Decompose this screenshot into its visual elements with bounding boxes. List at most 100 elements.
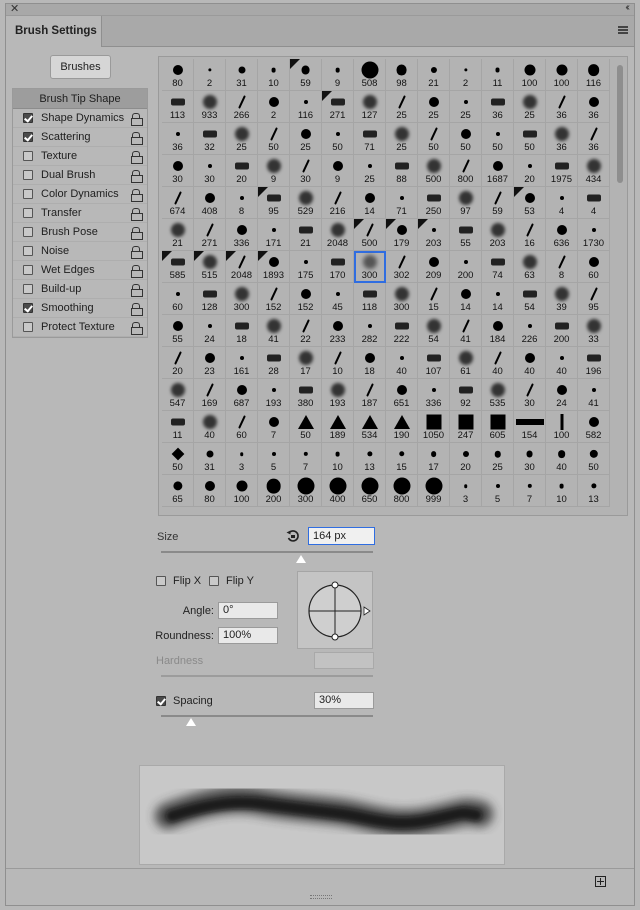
reset-size-icon[interactable]	[286, 529, 300, 543]
brush-tip-cell[interactable]: 336	[418, 379, 450, 411]
brush-tip-cell[interactable]: 1730	[578, 219, 610, 251]
brush-tip-cell[interactable]: 128	[194, 283, 226, 315]
brush-tip-cell[interactable]: 30	[194, 155, 226, 187]
brush-tip-cell[interactable]: 500	[354, 219, 386, 251]
brush-tip-cell[interactable]: 15	[386, 443, 418, 475]
smoothing-checkbox[interactable]	[23, 303, 33, 313]
brush-tip-cell[interactable]: 999	[418, 475, 450, 507]
brush-tip-cell[interactable]: 31	[226, 59, 258, 91]
brush-tip-cell[interactable]: 170	[322, 251, 354, 283]
brush-tip-cell[interactable]: 21	[162, 219, 194, 251]
brush-tip-cell[interactable]: 100	[226, 475, 258, 507]
brush-tip-cell[interactable]: 21	[290, 219, 322, 251]
brush-tip-cell[interactable]: 2	[450, 59, 482, 91]
brush-tip-cell[interactable]: 529	[290, 187, 322, 219]
lock-icon[interactable]	[131, 132, 143, 145]
brush-tip-cell[interactable]: 10	[258, 59, 290, 91]
brush-tip-cell[interactable]: 547	[162, 379, 194, 411]
brush-tip-cell[interactable]: 154	[514, 411, 546, 443]
grid-scroll-thumb[interactable]	[617, 65, 623, 183]
spacing-slider-handle[interactable]	[185, 718, 196, 726]
brush-tip-cell[interactable]: 30	[290, 155, 322, 187]
option-dual-brush[interactable]: Dual Brush	[13, 166, 147, 185]
brush-tip-cell[interactable]: 71	[354, 123, 386, 155]
noise-label[interactable]: Noise	[41, 242, 69, 260]
brush-tip-cell[interactable]: 100	[546, 59, 578, 91]
brush-tip-cell[interactable]: 7	[258, 411, 290, 443]
brush-tip-cell[interactable]: 800	[386, 475, 418, 507]
brush-tip-cell[interactable]: 400	[322, 475, 354, 507]
build-up-checkbox[interactable]	[23, 284, 33, 294]
flip-y-box[interactable]	[209, 576, 219, 586]
brush-tip-cell[interactable]: 113	[162, 91, 194, 123]
brush-tip-cell[interactable]: 20	[450, 443, 482, 475]
brush-tip-cell[interactable]: 196	[578, 347, 610, 379]
lock-icon[interactable]	[131, 151, 143, 164]
option-protect-texture[interactable]: Protect Texture	[13, 318, 147, 337]
option-color-dynamics[interactable]: Color Dynamics	[13, 185, 147, 204]
dual-brush-checkbox[interactable]	[23, 170, 33, 180]
brush-tip-cell[interactable]: 534	[354, 411, 386, 443]
brush-tip-cell[interactable]: 282	[354, 315, 386, 347]
color-dynamics-label[interactable]: Color Dynamics	[41, 185, 119, 203]
brush-tip-cell[interactable]: 336	[226, 219, 258, 251]
brush-tip-cell[interactable]: 2048	[226, 251, 258, 283]
brush-tip-cell[interactable]: 50	[290, 411, 322, 443]
brush-tip-cell[interactable]: 25	[386, 123, 418, 155]
color-dynamics-checkbox[interactable]	[23, 189, 33, 199]
brush-tip-cell[interactable]: 20	[226, 155, 258, 187]
brush-tip-cell[interactable]: 50	[450, 123, 482, 155]
lock-icon[interactable]	[131, 189, 143, 202]
brush-tip-cell[interactable]: 39	[546, 283, 578, 315]
grid-scrollbar[interactable]	[614, 59, 626, 513]
brush-tip-cell[interactable]: 40	[546, 443, 578, 475]
option-smoothing[interactable]: Smoothing	[13, 299, 147, 318]
brush-tip-shape-item[interactable]: Brush Tip Shape	[13, 89, 147, 109]
angle-input[interactable]: 0°	[218, 602, 278, 619]
brush-tip-cell[interactable]: 25	[450, 91, 482, 123]
brush-tip-cell[interactable]: 5	[258, 443, 290, 475]
brush-tip-cell[interactable]: 25	[226, 123, 258, 155]
brush-tip-cell[interactable]: 88	[386, 155, 418, 187]
brush-tip-cell[interactable]: 233	[322, 315, 354, 347]
brush-tip-cell[interactable]: 408	[194, 187, 226, 219]
brush-tip-cell[interactable]: 50	[322, 123, 354, 155]
collapse-icon[interactable]: ‹‹	[625, 2, 629, 13]
resize-grip[interactable]	[310, 895, 332, 899]
brush-tip-cell[interactable]: 30	[514, 443, 546, 475]
wet-edges-label[interactable]: Wet Edges	[41, 261, 95, 279]
spacing-slider[interactable]	[161, 715, 373, 717]
brush-tip-cell[interactable]: 41	[578, 379, 610, 411]
brush-tip-cell[interactable]: 3	[450, 475, 482, 507]
brush-tip-cell[interactable]: 40	[194, 411, 226, 443]
brush-tip-cell[interactable]: 1687	[482, 155, 514, 187]
brush-tip-cell[interactable]: 222	[386, 315, 418, 347]
brush-tip-cell[interactable]: 152	[290, 283, 322, 315]
brush-tip-cell[interactable]: 50	[162, 443, 194, 475]
brush-tip-cell[interactable]: 184	[482, 315, 514, 347]
brush-tip-cell[interactable]: 80	[194, 475, 226, 507]
brush-tip-cell[interactable]: 203	[482, 219, 514, 251]
brush-tip-cell[interactable]: 300	[386, 283, 418, 315]
brush-tip-cell[interactable]: 40	[514, 347, 546, 379]
noise-checkbox[interactable]	[23, 246, 33, 256]
size-slider[interactable]	[161, 551, 373, 553]
brush-tip-cell[interactable]: 8	[546, 251, 578, 283]
brush-tip-cell[interactable]: 271	[194, 219, 226, 251]
angle-roundness-widget[interactable]	[297, 571, 373, 649]
brush-tip-cell[interactable]: 25	[386, 91, 418, 123]
brush-pose-label[interactable]: Brush Pose	[41, 223, 98, 241]
brush-tip-cell[interactable]: 200	[546, 315, 578, 347]
brush-tip-cell[interactable]: 508	[354, 59, 386, 91]
brush-tip-cell[interactable]: 250	[418, 187, 450, 219]
brush-tip-cell[interactable]: 25	[482, 443, 514, 475]
brush-tip-cell[interactable]: 14	[354, 187, 386, 219]
brush-tip-cell[interactable]: 50	[578, 443, 610, 475]
brush-tip-cell[interactable]: 95	[258, 187, 290, 219]
brush-tip-cell[interactable]: 118	[354, 283, 386, 315]
brush-tip-cell[interactable]: 4	[578, 187, 610, 219]
brush-tip-cell[interactable]: 71	[386, 187, 418, 219]
brush-tip-cell[interactable]: 13	[578, 475, 610, 507]
brush-tip-cell[interactable]: 1975	[546, 155, 578, 187]
brush-tip-cell[interactable]: 36	[162, 123, 194, 155]
